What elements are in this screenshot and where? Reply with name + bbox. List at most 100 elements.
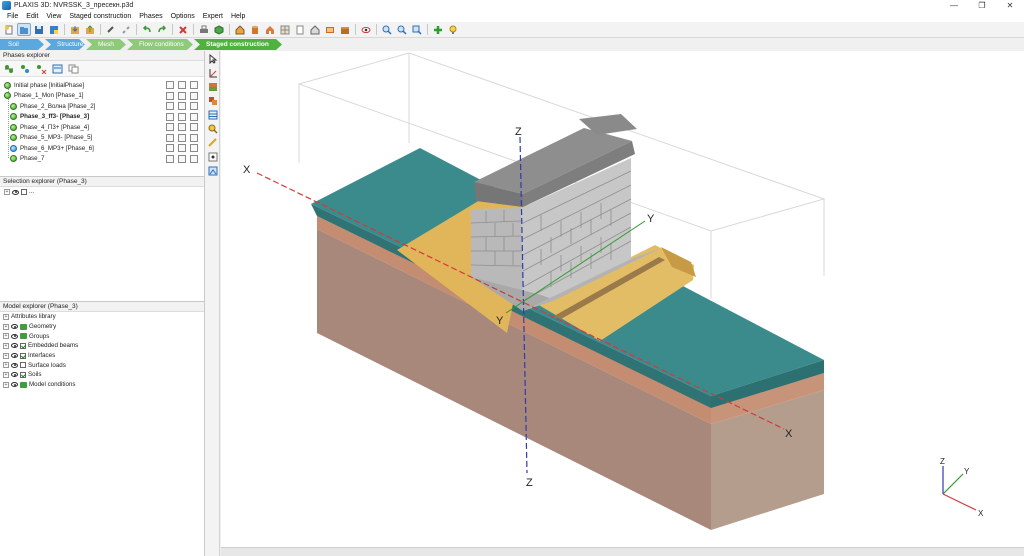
tab-staged-construction[interactable]: Staged construction [194,39,282,50]
expand-toggle[interactable]: + [4,189,10,195]
menu-expert[interactable]: Expert [199,13,227,20]
edit-phase-tool[interactable] [51,63,64,75]
loading-type-icon[interactable] [178,133,186,142]
add-phase-tool[interactable] [3,63,16,75]
toggle-grid-button[interactable] [206,109,219,121]
model-item-interfaces[interactable]: + Interfaces [0,351,204,361]
zoom-extents-button[interactable] [410,23,424,36]
embedded-beams-checkbox[interactable] [20,342,26,349]
loading-type-icon[interactable] [178,154,186,163]
menu-file[interactable]: File [3,13,22,20]
model-item-groups[interactable]: + Groups [0,331,204,341]
phase-tool-a-button[interactable] [212,23,226,36]
zoom-out-button[interactable] [395,23,409,36]
tab-mesh[interactable]: Mesh [86,39,126,50]
export-button[interactable] [83,23,97,36]
expand-toggle[interactable]: + [3,323,9,330]
eye-icon[interactable] [11,382,18,388]
view-blank-button[interactable] [293,23,307,36]
tab-structures[interactable]: Structures [45,39,85,50]
model-item-embedded-beams[interactable]: + Embedded beams [0,341,204,351]
surface-loads-checkbox[interactable] [20,362,26,369]
eye-icon[interactable] [11,372,18,378]
calc-type-icon[interactable] [166,133,174,142]
zoom-tool-button[interactable] [206,123,219,135]
tab-soil[interactable]: Soil [0,39,44,50]
view-home-button[interactable] [308,23,322,36]
measure-tool-button[interactable] [206,137,219,149]
menu-view[interactable]: View [42,13,65,20]
calc-type-icon[interactable] [166,102,174,110]
link-button[interactable] [104,23,118,36]
flow-type-icon[interactable] [190,102,198,110]
menu-edit[interactable]: Edit [22,13,42,20]
flow-type-icon[interactable] [190,133,198,142]
eye-icon[interactable] [11,324,18,330]
expand-toggle[interactable]: + [3,381,9,388]
loading-type-icon[interactable] [178,123,186,131]
phase-row-1[interactable]: Phase_1_Mon [Phase_1] [0,91,204,102]
view-grid-button[interactable] [278,23,292,36]
model-item-surface-loads[interactable]: + Surface loads [0,360,204,370]
calc-type-icon[interactable] [166,112,174,121]
phase-row-6[interactable]: Phase_6_МР3+ [Phase_6] [0,143,204,154]
copy-phase-tool[interactable] [67,63,80,75]
delete-phase-tool[interactable] [35,63,48,75]
view-structure-button[interactable] [263,23,277,36]
tab-flow-conditions[interactable]: Flow conditions [127,39,193,50]
phase-row-3[interactable]: Phase_3_ff3- [Phase_3] [0,112,204,123]
delete-button[interactable] [176,23,190,36]
calculate-button[interactable] [446,23,460,36]
calc-type-icon[interactable] [166,91,174,100]
model-item-geometry[interactable]: + Geometry [0,322,204,332]
select-tool-button[interactable] [206,53,219,65]
calc-type-icon[interactable] [166,154,174,163]
flow-type-icon[interactable] [190,154,198,163]
phase-row-initial[interactable]: Initial phase [InitialPhase] [0,80,204,91]
model-item-attributes-library[interactable]: + Attributes library [0,312,204,322]
loading-type-icon[interactable] [178,81,186,89]
eye-icon[interactable] [11,343,18,349]
menu-help[interactable]: Help [227,13,249,20]
new-project-button[interactable] [2,23,16,36]
loading-type-icon[interactable] [178,102,186,110]
eye-icon[interactable] [11,362,18,368]
model-item-soils[interactable]: + Soils [0,370,204,380]
phase-row-2[interactable]: Phase_2_Волна [Phase_2] [0,101,204,112]
model-item-model-conditions[interactable]: + Model conditions [0,380,204,390]
print-button[interactable] [197,23,211,36]
add-phase-button[interactable] [431,23,445,36]
expand-toggle[interactable]: + [3,342,9,349]
view-chest-button[interactable] [338,23,352,36]
flow-type-icon[interactable] [190,91,198,100]
view-image-button[interactable] [323,23,337,36]
soils-checkbox[interactable] [20,371,26,378]
flow-type-icon[interactable] [190,112,198,121]
unlink-button[interactable] [119,23,133,36]
eye-icon[interactable] [11,353,18,359]
save-as-button[interactable] [47,23,61,36]
visibility-button[interactable] [359,23,373,36]
eye-icon[interactable] [12,189,19,195]
insert-phase-tool[interactable] [19,63,32,75]
eye-icon[interactable] [11,333,18,339]
maximize-button[interactable]: ❐ [968,0,996,11]
selection-item[interactable]: + ... [0,187,204,197]
close-button[interactable]: ✕ [996,0,1024,11]
calc-type-icon[interactable] [166,123,174,131]
expand-toggle[interactable]: + [3,352,9,359]
image-tool-button[interactable] [206,165,219,177]
menu-staged-construction[interactable]: Staged construction [65,13,135,20]
menu-phases[interactable]: Phases [135,13,166,20]
phase-row-7[interactable]: Phase_7 [0,154,204,165]
loading-type-icon[interactable] [178,112,186,121]
flow-type-icon[interactable] [190,81,198,89]
view-cross-section-button[interactable] [206,81,219,93]
minimize-button[interactable]: — [940,0,968,11]
save-project-button[interactable] [32,23,46,36]
menu-options[interactable]: Options [167,13,199,20]
flow-type-icon[interactable] [190,123,198,131]
selection-checkbox[interactable] [21,189,27,195]
loading-type-icon[interactable] [178,144,186,152]
redo-button[interactable] [155,23,169,36]
